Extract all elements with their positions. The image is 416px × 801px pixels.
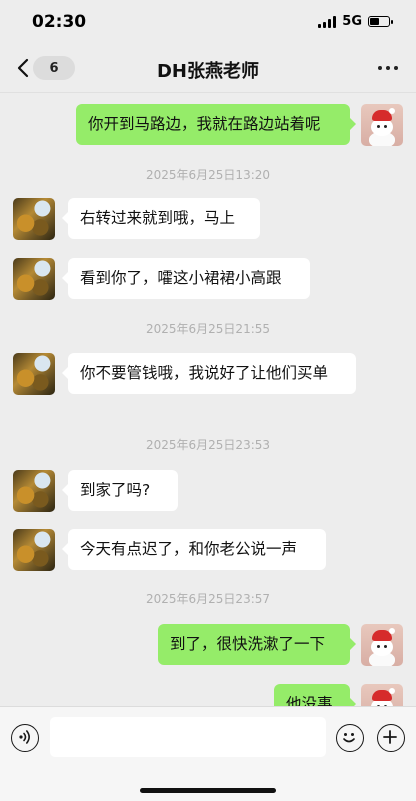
- message-row: 你不要管钱哦，我说好了让他们买单: [0, 353, 416, 419]
- contact-avatar[interactable]: [13, 529, 55, 571]
- more-options-icon[interactable]: [378, 66, 398, 70]
- plus-more-icon[interactable]: [377, 724, 405, 752]
- message-row: 到家了吗?: [0, 470, 416, 514]
- my-avatar[interactable]: [361, 624, 403, 666]
- chat-header: 6 DH张燕老师: [0, 44, 416, 93]
- message-bubble-incoming[interactable]: 右转过来就到哦，马上: [62, 198, 260, 239]
- chat-title: DH张燕老师: [156, 61, 259, 82]
- message-bubble-outgoing[interactable]: 你开到马路边，我就在路边站着呢: [76, 104, 356, 145]
- status-indicators: 5G: [318, 14, 393, 29]
- emoji-icon[interactable]: [336, 724, 364, 752]
- message-timestamp: 2025年6月25日23:57: [145, 592, 271, 606]
- message-bubble-incoming[interactable]: 你不要管钱哦，我说好了让他们买单: [62, 353, 356, 394]
- message-input[interactable]: [50, 717, 326, 757]
- my-avatar[interactable]: [361, 104, 403, 146]
- message-timestamp: 2025年6月25日23:53: [145, 438, 271, 452]
- message-bubble-outgoing[interactable]: 到了，很快洗漱了一下: [158, 624, 356, 665]
- message-bubble-outgoing[interactable]: 他没事: [274, 684, 356, 706]
- status-bar: 02:30 5G: [0, 0, 416, 44]
- my-avatar[interactable]: [361, 684, 403, 706]
- battery-icon: [368, 16, 393, 27]
- contact-avatar[interactable]: [13, 353, 55, 395]
- message-bubble-incoming[interactable]: 看到你了，嚯这小裙裙小高跟: [62, 258, 310, 299]
- message-row: 他没事: [0, 684, 416, 706]
- message-list[interactable]: 你开到马路边，我就在路边站着呢 2025年6月25日13:20 右转过来就到哦，…: [0, 92, 416, 706]
- contact-avatar[interactable]: [13, 470, 55, 512]
- message-timestamp: 2025年6月25日13:20: [145, 168, 271, 182]
- signal-icon: [318, 15, 337, 28]
- message-row: 到了，很快洗漱了一下: [0, 624, 416, 668]
- message-row: 今天有点迟了，和你老公说一声: [0, 529, 416, 573]
- voice-input-icon[interactable]: [11, 724, 39, 752]
- message-row: 看到你了，嚯这小裙裙小高跟: [0, 258, 416, 302]
- message-bubble-incoming[interactable]: 今天有点迟了，和你老公说一声: [62, 529, 326, 570]
- input-bar: [0, 706, 416, 801]
- message-timestamp: 2025年6月25日21:55: [145, 322, 271, 336]
- message-row: 右转过来就到哦，马上: [0, 198, 416, 242]
- message-row: 你开到马路边，我就在路边站着呢: [0, 104, 416, 148]
- contact-avatar[interactable]: [13, 198, 55, 240]
- network-label: 5G: [342, 14, 362, 29]
- status-time: 02:30: [32, 12, 87, 32]
- home-indicator: [140, 788, 276, 793]
- contact-avatar[interactable]: [13, 258, 55, 300]
- message-bubble-incoming[interactable]: 到家了吗?: [62, 470, 178, 511]
